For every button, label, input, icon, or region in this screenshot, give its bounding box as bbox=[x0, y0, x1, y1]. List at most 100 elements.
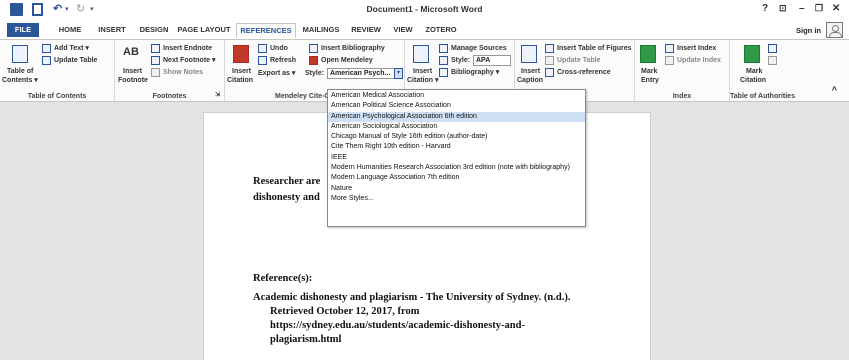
table-of-contents-icon bbox=[12, 45, 28, 63]
table-of-contents-button[interactable]: Table of bbox=[7, 67, 33, 76]
insert-table-of-authorities-icon[interactable] bbox=[768, 44, 777, 53]
mendeley-style-label: Style: bbox=[305, 70, 325, 77]
table-of-contents-button-label[interactable]: Contents ▾ bbox=[2, 76, 38, 85]
help-button[interactable]: ? bbox=[762, 3, 768, 14]
add-text-button[interactable]: Add Text ▾ bbox=[54, 44, 89, 53]
style-option-asa[interactable]: American Sociological Association bbox=[328, 122, 585, 132]
mark-entry-icon bbox=[640, 45, 656, 63]
tab-zotero[interactable]: ZOTERO bbox=[422, 23, 460, 38]
insert-bibliography-button[interactable]: Insert Bibliography bbox=[321, 44, 385, 53]
insert-footnote-button-label[interactable]: Footnote bbox=[118, 76, 148, 85]
style-option-ama[interactable]: American Medical Association bbox=[328, 91, 585, 101]
group-index: Mark Entry Insert Index Update Index Ind… bbox=[635, 40, 730, 101]
group-footnotes: AB Insert Footnote Insert Endnote Next F… bbox=[115, 40, 225, 101]
mendeley-undo-icon bbox=[258, 44, 267, 53]
insert-citation-icon bbox=[413, 45, 429, 63]
window-title: Document1 - Microsoft Word bbox=[366, 4, 483, 14]
style-option-ieee[interactable]: IEEE bbox=[328, 153, 585, 163]
body-text-line-1: Researcher are bbox=[253, 176, 321, 187]
cross-reference-icon bbox=[545, 68, 554, 77]
insert-citation-button-label[interactable]: Citation ▾ bbox=[407, 76, 439, 85]
title-bar: ↶ ▾ ↻ ▾ Document1 - Microsoft Word ? ⊡ –… bbox=[0, 0, 849, 20]
update-index-button[interactable]: Update Index bbox=[677, 56, 721, 65]
mendeley-export-as-button[interactable]: Export as ▾ bbox=[258, 69, 295, 78]
mark-citation-button-label[interactable]: Citation bbox=[740, 76, 766, 85]
tab-file[interactable]: FILE bbox=[7, 23, 39, 37]
mark-entry-button[interactable]: Mark bbox=[641, 67, 657, 76]
mendeley-insert-citation-button[interactable]: Insert bbox=[232, 67, 251, 76]
update-table-button[interactable]: Update Table bbox=[54, 56, 97, 65]
update-index-icon bbox=[665, 56, 674, 65]
mendeley-undo-button[interactable]: Undo bbox=[270, 44, 288, 53]
add-text-icon bbox=[42, 44, 51, 53]
ribbon-display-options-button[interactable]: ⊡ bbox=[779, 3, 787, 14]
insert-index-icon bbox=[665, 44, 674, 53]
style-option-nature[interactable]: Nature bbox=[328, 184, 585, 194]
insert-citation-button[interactable]: Insert bbox=[413, 67, 432, 76]
citation-style-icon bbox=[439, 56, 448, 65]
avatar-icon[interactable] bbox=[826, 22, 843, 38]
bibliography-button[interactable]: Bibliography ▾ bbox=[451, 68, 499, 77]
restore-button[interactable]: ❐ bbox=[815, 3, 823, 14]
next-footnote-button[interactable]: Next Footnote ▾ bbox=[163, 56, 216, 65]
mendeley-style-dropdown-button[interactable]: ▾ bbox=[394, 68, 403, 79]
update-table-figures-button[interactable]: Update Table bbox=[557, 56, 600, 65]
mendeley-insert-citation-label[interactable]: Citation bbox=[227, 76, 253, 85]
tab-view[interactable]: VIEW bbox=[388, 23, 418, 38]
style-option-harvard[interactable]: Cite Them Right 10th edition - Harvard bbox=[328, 142, 585, 152]
citation-style-select[interactable]: APA bbox=[473, 55, 511, 66]
tab-page-layout[interactable]: PAGE LAYOUT bbox=[176, 23, 232, 38]
tab-review[interactable]: REVIEW bbox=[346, 23, 386, 38]
insert-index-button[interactable]: Insert Index bbox=[677, 44, 716, 53]
citation-style-dropdown-list: American Medical Association American Po… bbox=[327, 89, 586, 227]
reference-line-4: plagiarism.html bbox=[270, 334, 342, 345]
show-notes-button[interactable]: Show Notes bbox=[163, 68, 203, 77]
tab-insert[interactable]: INSERT bbox=[92, 23, 132, 38]
open-mendeley-button[interactable]: Open Mendeley bbox=[321, 56, 373, 65]
tab-mailings[interactable]: MAILINGS bbox=[300, 23, 342, 38]
manage-sources-icon bbox=[439, 44, 448, 53]
insert-caption-icon bbox=[521, 45, 537, 63]
mark-citation-button[interactable]: Mark bbox=[746, 67, 762, 76]
mendeley-style-select[interactable]: American Psych... bbox=[327, 68, 395, 79]
open-mendeley-icon bbox=[309, 56, 318, 65]
update-table-figures-icon bbox=[545, 56, 554, 65]
cross-reference-button[interactable]: Cross-reference bbox=[557, 68, 611, 77]
manage-sources-button[interactable]: Manage Sources bbox=[451, 44, 507, 53]
mendeley-refresh-icon bbox=[258, 56, 267, 65]
mendeley-refresh-button[interactable]: Refresh bbox=[270, 56, 296, 65]
tab-home[interactable]: HOME bbox=[52, 23, 88, 38]
mark-entry-button-label[interactable]: Entry bbox=[641, 76, 659, 85]
style-option-more-styles[interactable]: More Styles... bbox=[328, 194, 585, 204]
tab-references[interactable]: REFERENCES bbox=[236, 23, 296, 38]
style-option-apa-selected[interactable]: American Psychological Association 6th e… bbox=[328, 111, 585, 122]
tab-design[interactable]: DESIGN bbox=[134, 23, 174, 38]
style-option-mhra[interactable]: Modern Humanities Research Association 3… bbox=[328, 163, 585, 173]
style-option-mla[interactable]: Modern Language Association 7th edition bbox=[328, 173, 585, 183]
insert-footnote-button[interactable]: Insert bbox=[123, 67, 142, 76]
mendeley-insert-citation-icon bbox=[233, 45, 249, 63]
style-option-apsa[interactable]: American Political Science Association bbox=[328, 101, 585, 111]
insert-endnote-icon bbox=[151, 44, 160, 53]
insert-bibliography-icon bbox=[309, 44, 318, 53]
minimize-button[interactable]: – bbox=[799, 3, 805, 14]
insert-caption-button[interactable]: Insert bbox=[521, 67, 540, 76]
group-label-footnotes: Footnotes bbox=[152, 93, 187, 100]
insert-caption-button-label[interactable]: Caption bbox=[517, 76, 543, 85]
next-footnote-icon bbox=[151, 56, 160, 65]
group-table-of-authorities: Mark Citation Table of Authorities bbox=[730, 40, 795, 101]
insert-table-of-figures-button[interactable]: Insert Table of Figures bbox=[557, 44, 632, 53]
close-button[interactable]: ✕ bbox=[832, 3, 840, 14]
insert-endnote-button[interactable]: Insert Endnote bbox=[163, 44, 212, 53]
citation-style-label: Style: bbox=[451, 57, 471, 64]
collapse-ribbon-icon[interactable]: ^ bbox=[832, 85, 837, 95]
style-option-chicago[interactable]: Chicago Manual of Style 16th edition (au… bbox=[328, 132, 585, 142]
update-table-of-authorities-icon[interactable] bbox=[768, 56, 777, 65]
bibliography-icon bbox=[439, 68, 448, 77]
sign-in-link[interactable]: Sign in bbox=[796, 26, 821, 35]
group-label-index: Index bbox=[672, 93, 692, 100]
reference-line-2: Retrieved October 12, 2017, from bbox=[270, 306, 420, 317]
footnotes-dialog-launcher-icon[interactable]: ⇲ bbox=[215, 91, 220, 100]
group-label-authorities: Table of Authorities bbox=[730, 93, 795, 100]
mark-citation-icon bbox=[744, 45, 760, 63]
